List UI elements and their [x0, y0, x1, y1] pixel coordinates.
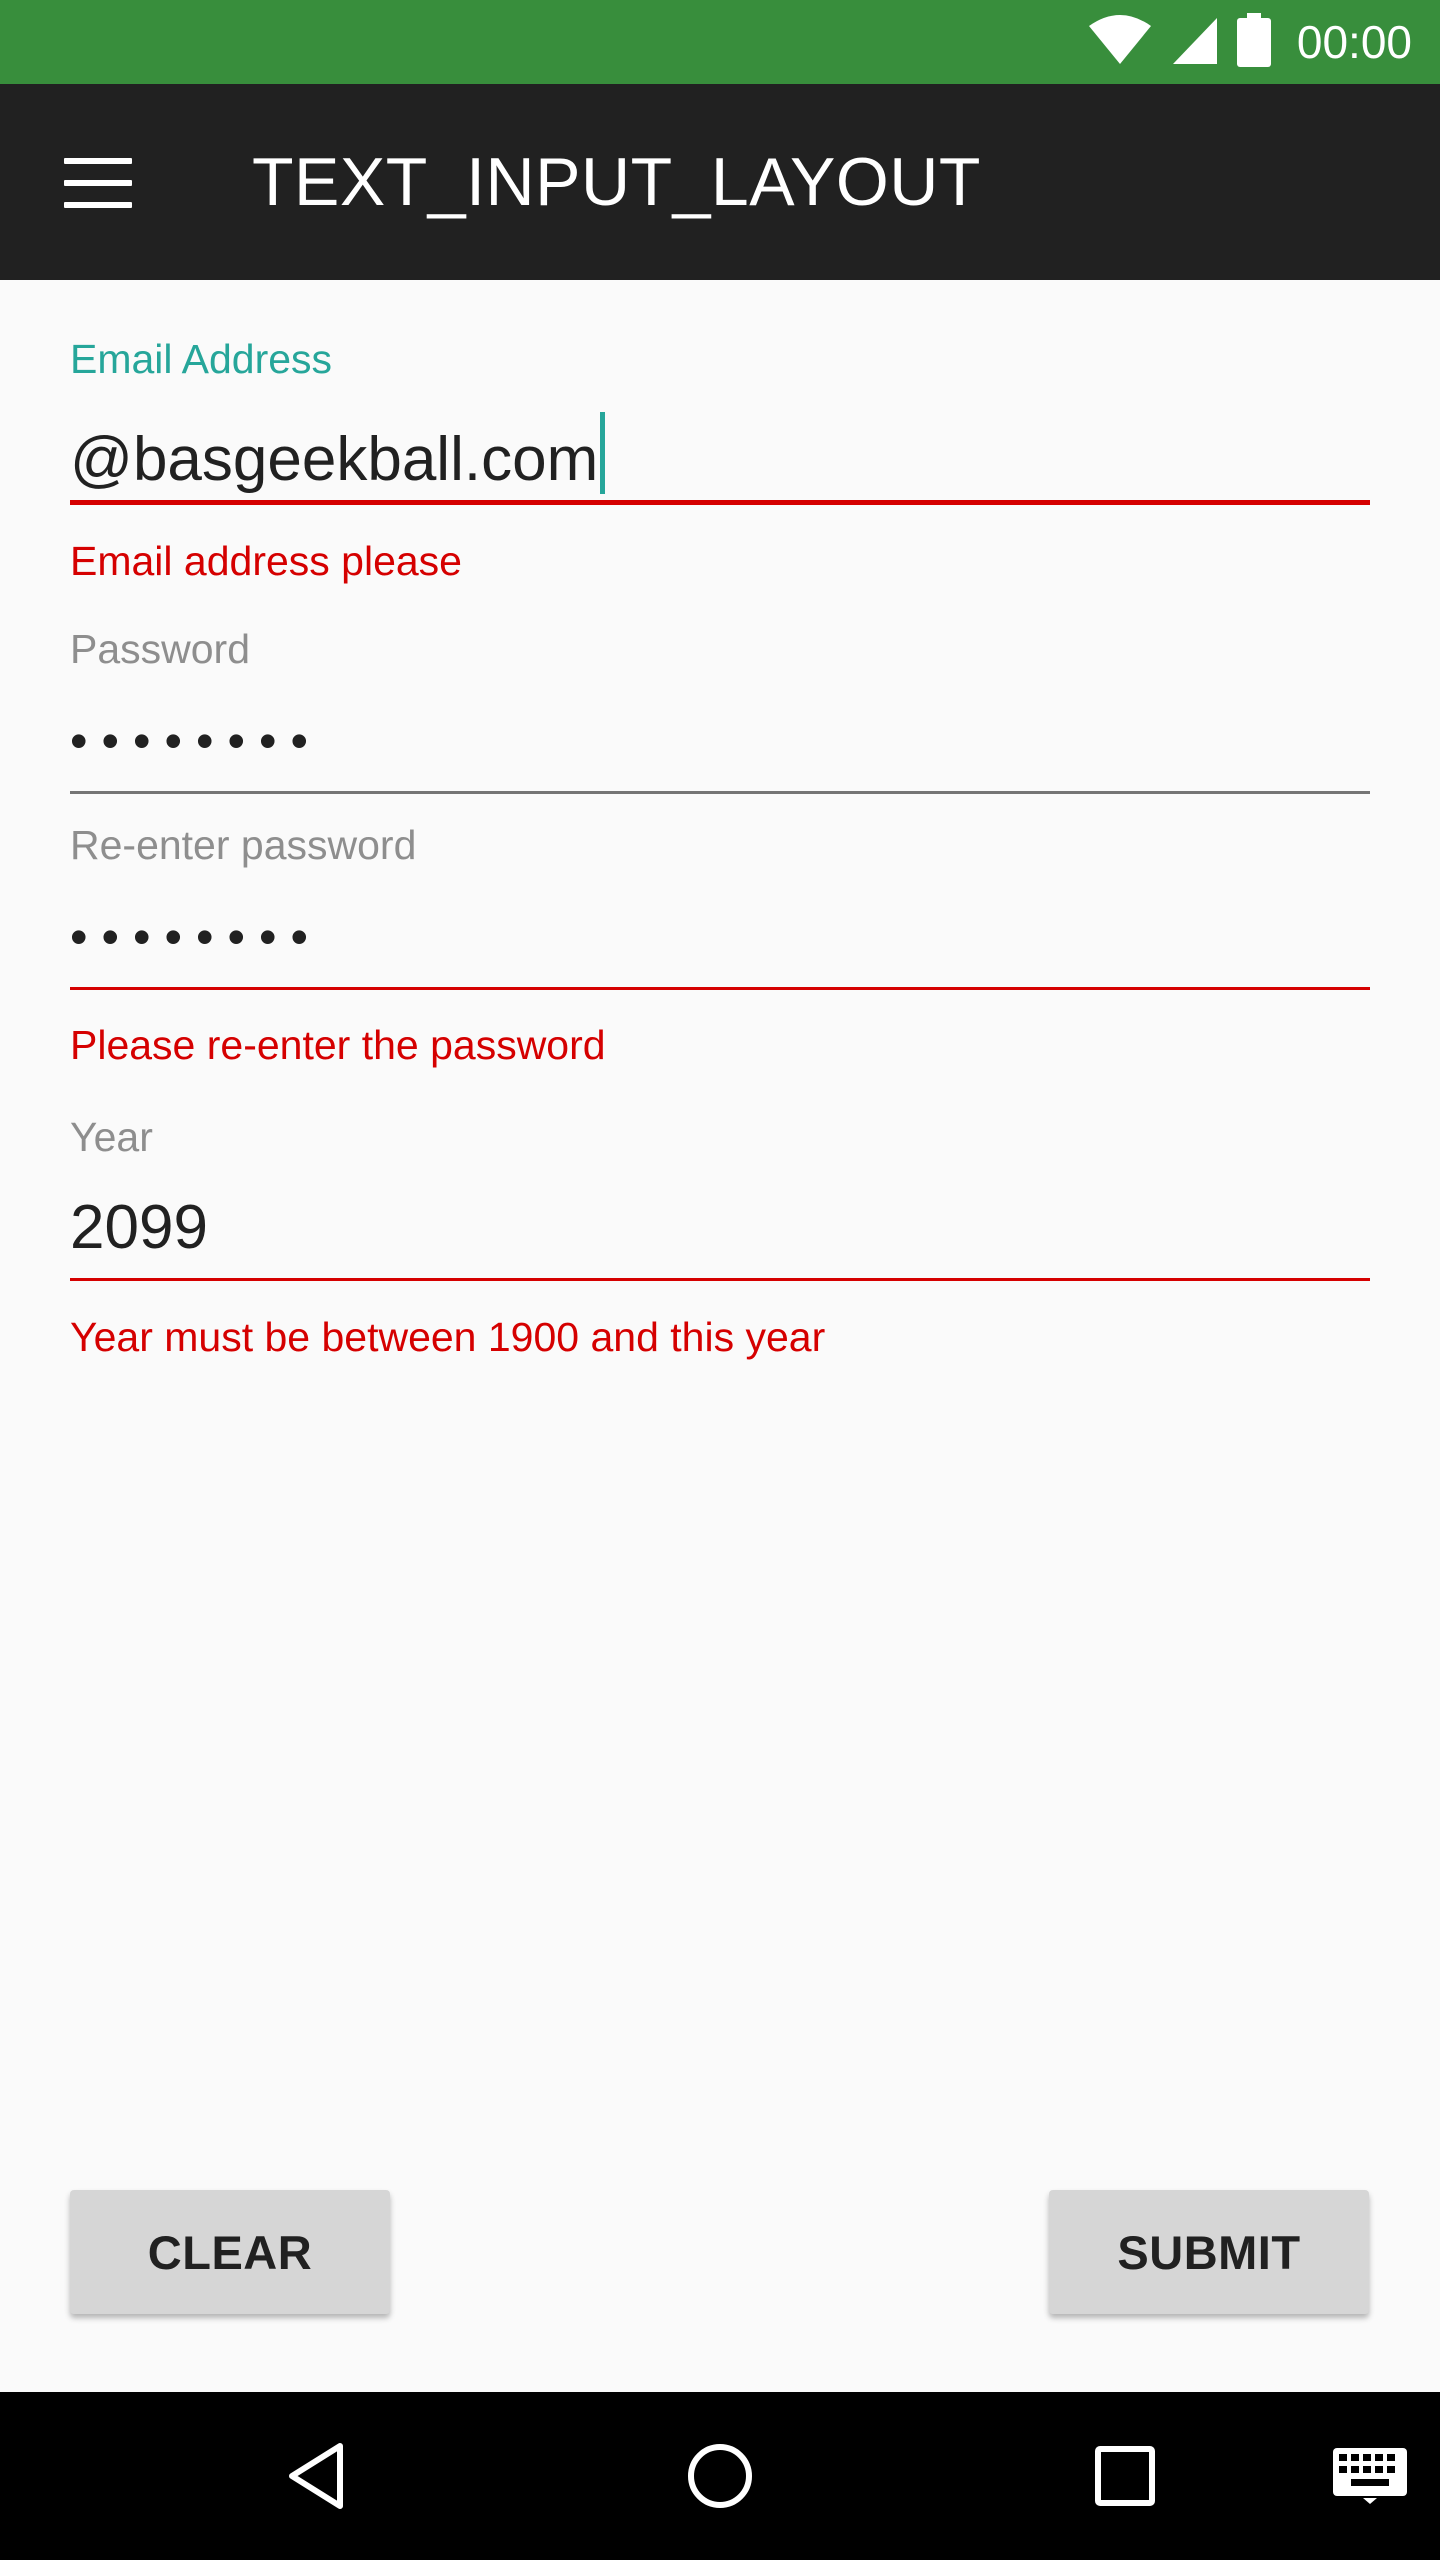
back-icon[interactable]: [274, 2392, 358, 2560]
password-field-group: Password ••••••••: [70, 620, 1370, 800]
reenter-password-field-label: Re-enter password: [70, 822, 417, 868]
email-error-text: Email address please: [70, 538, 462, 584]
year-field-group: Year 2099 Year must be between 1900 and …: [70, 1108, 1370, 1378]
status-bar: 00:00: [0, 0, 1440, 84]
reenter-password-field-group: Re-enter password •••••••• Please re-ent…: [70, 816, 1370, 1076]
app-title: TEXT_INPUT_LAYOUT: [252, 144, 981, 220]
password-field-underline: [70, 791, 1370, 794]
email-field-value: @basgeekball.com: [70, 425, 599, 494]
status-time: 00:00: [1296, 16, 1412, 68]
year-error-text: Year must be between 1900 and this year: [70, 1314, 826, 1360]
home-icon[interactable]: [680, 2392, 760, 2560]
text-cursor: [600, 412, 606, 494]
year-field-label: Year: [70, 1114, 153, 1160]
year-field[interactable]: 2099: [70, 1192, 208, 1263]
clear-button[interactable]: CLEAR: [70, 2190, 390, 2314]
wifi-icon: [1087, 14, 1153, 71]
status-icons: 00:00: [1087, 0, 1412, 84]
year-field-underline: [70, 1278, 1370, 1281]
email-field-label: Email Address: [70, 336, 333, 382]
password-field-label: Password: [70, 626, 251, 672]
battery-icon: [1236, 12, 1271, 72]
submit-button[interactable]: SUBMIT: [1049, 2190, 1369, 2314]
email-field-underline: [70, 500, 1370, 505]
reenter-password-field-underline: [70, 987, 1370, 990]
email-field-group: Email Address @basgeekball.com Email add…: [70, 330, 1370, 584]
keyboard-icon[interactable]: [1330, 2392, 1410, 2560]
password-field[interactable]: ••••••••: [70, 712, 322, 770]
reenter-password-field[interactable]: ••••••••: [70, 908, 322, 966]
hamburger-menu-icon[interactable]: [64, 158, 132, 208]
app-bar: TEXT_INPUT_LAYOUT: [0, 84, 1440, 280]
email-field[interactable]: @basgeekball.com: [70, 412, 606, 495]
recents-icon[interactable]: [1090, 2392, 1160, 2560]
navigation-bar: [0, 2392, 1440, 2560]
reenter-password-error-text: Please re-enter the password: [70, 1022, 606, 1068]
cell-signal-icon: [1171, 14, 1219, 71]
